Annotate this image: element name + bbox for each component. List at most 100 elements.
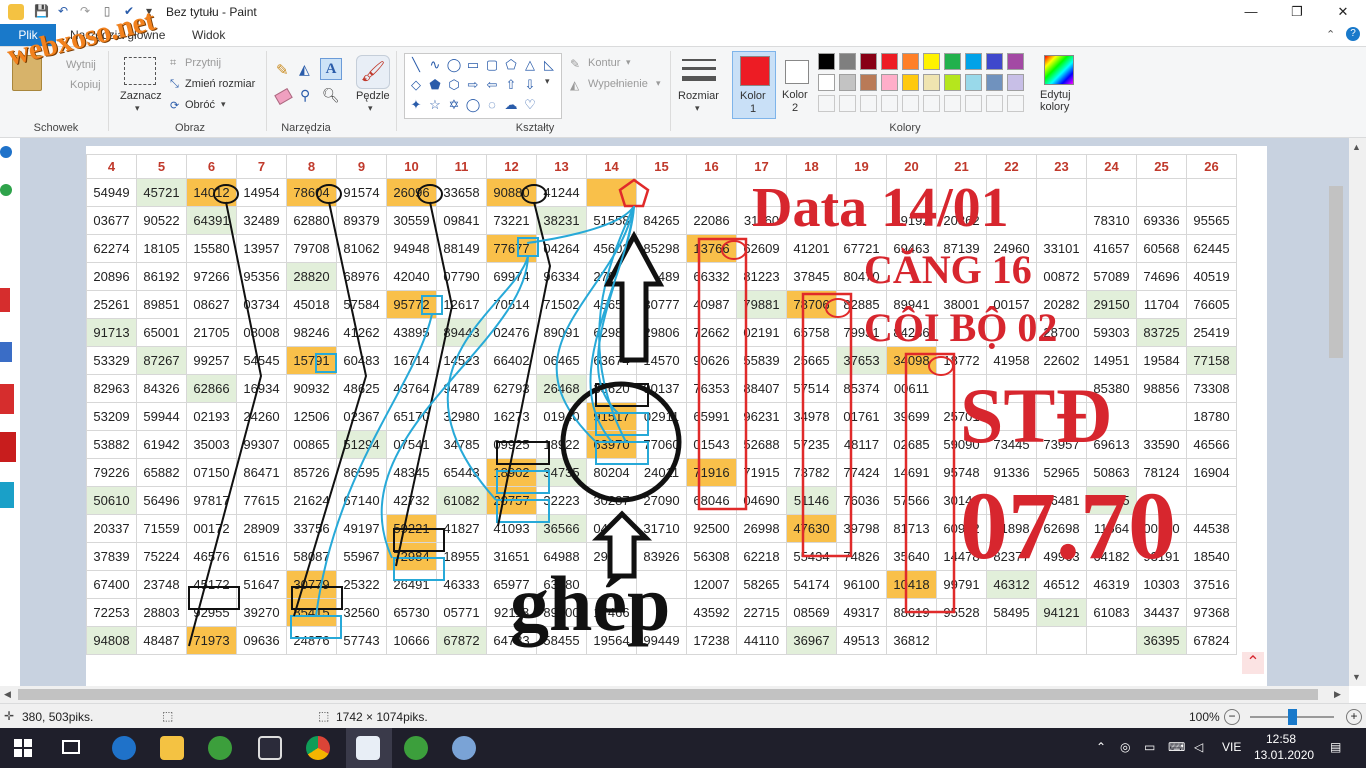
- fill-icon[interactable]: ◭: [570, 78, 579, 92]
- palette-swatch-empty[interactable]: [881, 95, 898, 112]
- palette-swatch[interactable]: [839, 74, 856, 91]
- shapes-scroll-icon[interactable]: ▾: [545, 76, 550, 87]
- image-vertical-scroll-thumb[interactable]: [1329, 186, 1343, 358]
- scroll-left-arrow-icon[interactable]: ◀: [4, 689, 11, 700]
- scroll-up-arrow-icon[interactable]: ▲: [1352, 142, 1361, 152]
- tray-keyboard-icon[interactable]: ⌨: [1168, 740, 1185, 754]
- notifications-icon[interactable]: ▤: [1330, 740, 1341, 754]
- callout-round-shape-icon[interactable]: ◯: [464, 96, 482, 114]
- size-button[interactable]: Rozmiar: [678, 90, 719, 102]
- scroll-right-arrow-icon[interactable]: ▶: [1334, 689, 1341, 700]
- tray-battery-icon[interactable]: ▭: [1144, 740, 1155, 754]
- desktop-icon-cyan[interactable]: [0, 482, 14, 508]
- palette-swatch[interactable]: [818, 53, 835, 70]
- palette-swatch-empty[interactable]: [1007, 95, 1024, 112]
- arrow-down-shape-icon[interactable]: ⇩: [521, 76, 539, 94]
- edge-browser-icon[interactable]: [112, 736, 136, 760]
- palette-swatch[interactable]: [818, 74, 835, 91]
- redo-icon[interactable]: ↷: [78, 4, 92, 18]
- color2-selector[interactable]: Kolor 2: [776, 51, 816, 117]
- palette-swatch[interactable]: [944, 74, 961, 91]
- clock-time[interactable]: 12:58: [1266, 732, 1296, 746]
- clock-date[interactable]: 13.01.2020: [1254, 748, 1314, 762]
- language-indicator[interactable]: VIE: [1222, 740, 1241, 754]
- cut-button[interactable]: Wytnij: [66, 59, 96, 71]
- palette-swatch-empty[interactable]: [860, 95, 877, 112]
- desktop-icon-green[interactable]: [0, 184, 12, 196]
- heart-shape-icon[interactable]: ♡: [521, 96, 539, 114]
- paint-taskbar-icon[interactable]: [356, 736, 380, 760]
- palette-swatch[interactable]: [965, 74, 982, 91]
- desktop-icon-edge[interactable]: [0, 146, 12, 158]
- rounded-rectangle-shape-icon[interactable]: ▢: [483, 56, 501, 74]
- palette-swatch-empty[interactable]: [923, 95, 940, 112]
- zoom-out-button[interactable]: −: [1224, 709, 1240, 725]
- chrome-icon[interactable]: [306, 736, 330, 760]
- brushes-icon[interactable]: 🖌︎: [356, 55, 390, 89]
- diamond-shape-icon[interactable]: ◇: [407, 76, 425, 94]
- triangle-shape-icon[interactable]: △: [521, 56, 539, 74]
- scroll-down-arrow-icon[interactable]: ▼: [1352, 672, 1361, 682]
- arrow-right-shape-icon[interactable]: ⇨: [464, 76, 482, 94]
- palette-swatch[interactable]: [860, 74, 877, 91]
- palette-swatch[interactable]: [860, 53, 877, 70]
- outline-dropdown-icon[interactable]: ▾: [626, 57, 631, 68]
- pentagon-shape-icon[interactable]: ⬟: [426, 76, 444, 94]
- fill-button[interactable]: Wypełnienie: [588, 78, 648, 90]
- edit-colors-icon[interactable]: [1044, 55, 1074, 85]
- rotate-button[interactable]: Obróć: [185, 99, 215, 111]
- select-button[interactable]: Zaznacz: [120, 90, 162, 102]
- size-icon[interactable]: [682, 57, 716, 87]
- palette-swatch[interactable]: [881, 74, 898, 91]
- palette-swatch[interactable]: [839, 53, 856, 70]
- ribbon-collapse-icon[interactable]: ⌃: [1326, 28, 1335, 41]
- palette-swatch-empty[interactable]: [902, 95, 919, 112]
- color-picker-icon[interactable]: ⚲: [300, 87, 310, 104]
- palette-swatch[interactable]: [965, 53, 982, 70]
- color1-selector[interactable]: Kolor 1: [732, 51, 776, 119]
- horizontal-scrollbar[interactable]: ◀ ▶: [0, 686, 1349, 703]
- file-explorer-icon[interactable]: [160, 736, 184, 760]
- palette-swatch[interactable]: [923, 74, 940, 91]
- save-icon[interactable]: 💾: [34, 4, 49, 18]
- palette-swatch-empty[interactable]: [986, 95, 1003, 112]
- close-button[interactable]: ✕: [1320, 0, 1366, 24]
- palette-swatch[interactable]: [881, 53, 898, 70]
- crop-icon[interactable]: ⌗: [170, 57, 176, 70]
- image-canvas[interactable]: 4 5 6 7 8 9 10 11 12 13 14 15 16 17 18 19 20 21 22 23 24 25 26…: [86, 146, 1267, 686]
- right-triangle-shape-icon[interactable]: ◺: [540, 56, 558, 74]
- palette-swatch[interactable]: [944, 53, 961, 70]
- star-five-shape-icon[interactable]: ☆: [426, 96, 444, 114]
- polygon-shape-icon[interactable]: ⬠: [502, 56, 520, 74]
- hexagon-shape-icon[interactable]: ⬡: [445, 76, 463, 94]
- curve-shape-icon[interactable]: ∿: [426, 56, 444, 74]
- vertical-scrollbar[interactable]: ▲ ▼: [1349, 138, 1366, 686]
- rotate-dropdown-icon[interactable]: ▾: [221, 99, 226, 110]
- start-windows-icon[interactable]: [14, 739, 32, 757]
- tab-view[interactable]: Widok: [192, 28, 225, 42]
- arrow-up-shape-icon[interactable]: ⇧: [502, 76, 520, 94]
- brushes-dropdown-icon[interactable]: ▾: [368, 103, 373, 114]
- palette-swatch-empty[interactable]: [818, 95, 835, 112]
- line-shape-icon[interactable]: ╲: [407, 56, 425, 74]
- crop-button[interactable]: Przytnij: [185, 57, 221, 69]
- size-dropdown-icon[interactable]: ▾: [695, 103, 700, 114]
- palette-swatch-empty[interactable]: [965, 95, 982, 112]
- star-four-shape-icon[interactable]: ✦: [407, 96, 425, 114]
- palette-swatch[interactable]: [986, 74, 1003, 91]
- palette-swatch[interactable]: [1007, 53, 1024, 70]
- scroll-up-icon[interactable]: ⌃: [1242, 652, 1264, 674]
- help-icon[interactable]: ?: [1346, 27, 1360, 41]
- zoom-slider-handle[interactable]: [1288, 709, 1297, 725]
- task-view-icon[interactable]: [62, 740, 80, 754]
- rotate-icon[interactable]: ⟳: [170, 99, 179, 112]
- palette-swatch-empty[interactable]: [839, 95, 856, 112]
- green-app-2-icon[interactable]: [404, 736, 428, 760]
- outline-button[interactable]: Kontur: [588, 57, 620, 69]
- undo-icon[interactable]: ↶: [56, 4, 70, 18]
- star-six-shape-icon[interactable]: ✡: [445, 96, 463, 114]
- store-icon[interactable]: [258, 736, 282, 760]
- resize-button[interactable]: Zmień rozmiar: [185, 78, 255, 90]
- edit-colors-button[interactable]: Edytuj kolory: [1040, 89, 1078, 113]
- fill-bucket-icon[interactable]: ◭: [299, 61, 310, 78]
